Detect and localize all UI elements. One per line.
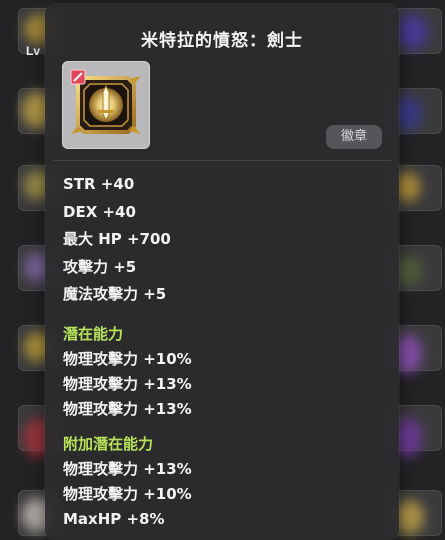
item-tooltip: 米特拉的憤怒：劍士 徽章 STR +40 DEX +40 最大 HP +700 …	[45, 4, 399, 540]
bonus-potential-line: MaxHP +8%	[63, 509, 165, 528]
potential-line: 物理攻擊力 +13%	[63, 374, 192, 393]
item-type-tag: 徽章	[326, 125, 382, 149]
bonus-potential-line: 物理攻擊力 +13%	[63, 459, 192, 478]
bonus-potential-line: 物理攻擊力 +10%	[63, 484, 192, 503]
stat-line-dex: DEX +40	[63, 202, 136, 221]
inventory-screen: Lv 米特拉的憤怒：劍士 徽章 STR +40 DEX +40 最大 HP +7…	[0, 0, 445, 540]
stat-line-magic-attack: 魔法攻擊力 +5	[63, 285, 167, 303]
item-stats: STR +40 DEX +40 最大 HP +700 攻擊力 +5 魔法攻擊力 …	[63, 172, 383, 532]
potential-line: 物理攻擊力 +13%	[63, 399, 192, 418]
potential-line: 物理攻擊力 +10%	[63, 349, 192, 368]
divider	[53, 160, 391, 161]
stat-line-max-hp: 最大 HP +700	[63, 230, 171, 248]
item-title: 米特拉的憤怒：劍士	[141, 31, 303, 51]
item-icon	[396, 14, 428, 50]
potential-title: 潛在能力	[63, 324, 124, 343]
item-icon-frame	[62, 61, 150, 149]
sword-emblem-icon	[70, 69, 141, 134]
stat-line-str: STR +40	[63, 175, 135, 193]
level-label: Lv	[26, 44, 41, 58]
bonus-potential-title: 附加潛在能力	[63, 434, 154, 453]
stat-line-attack: 攻擊力 +5	[63, 257, 137, 276]
